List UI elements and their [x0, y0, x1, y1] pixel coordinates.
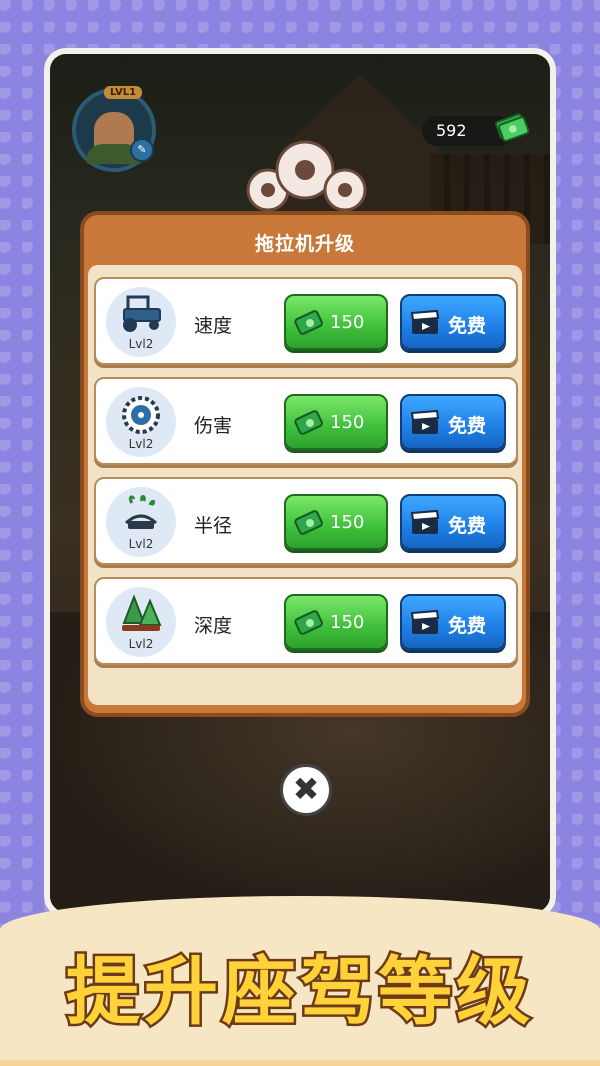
banner-title: 提升座驾等级	[64, 947, 534, 1038]
video-clapper-icon	[410, 510, 440, 534]
video-clapper-icon	[410, 310, 440, 334]
upgrade-row-speed: Lvl2 速度 150 免费	[94, 277, 518, 365]
upgrade-label: 速度	[194, 315, 233, 337]
free-label: 免费	[448, 615, 487, 637]
trees-icon	[122, 594, 162, 631]
free-upgrade-button[interactable]: 免费	[400, 394, 506, 450]
upgrade-icon-badge: Lvl2	[106, 587, 176, 657]
cash-icon	[294, 610, 323, 635]
video-clapper-icon	[410, 410, 440, 434]
upgrade-level: Lvl2	[128, 537, 154, 551]
close-button[interactable]: ✖	[280, 764, 332, 816]
upgrade-cost: 150	[330, 512, 365, 533]
free-upgrade-button[interactable]: 免费	[400, 594, 506, 650]
buy-with-cash-button[interactable]: 150	[284, 394, 388, 450]
buy-with-cash-button[interactable]: 150	[284, 594, 388, 650]
money-counter: 592	[422, 113, 530, 146]
upgrade-level: Lvl2	[128, 437, 154, 451]
saw-blade-icon	[122, 396, 160, 434]
free-label: 免费	[448, 515, 487, 537]
upgrade-level: Lvl2	[128, 637, 154, 651]
video-clapper-icon	[410, 610, 440, 634]
upgrade-icon-badge: Lvl2	[106, 287, 176, 357]
upgrade-label: 半径	[194, 515, 233, 537]
upgrade-panel: 拖拉机升级 Lvl2 速度 150 免费 Lvl2 伤害 150 免费 Lvl2…	[80, 211, 530, 717]
upgrade-cost: 150	[330, 612, 365, 633]
buy-with-cash-button[interactable]: 150	[284, 494, 388, 550]
upgrade-icon-badge: Lvl2	[106, 487, 176, 557]
upgrade-list: Lvl2 速度 150 免费 Lvl2 伤害 150 免费 Lvl2 半径 15…	[88, 265, 522, 705]
free-upgrade-button[interactable]: 免费	[400, 294, 506, 350]
upgrade-label: 深度	[194, 615, 233, 637]
buy-with-cash-button[interactable]: 150	[284, 294, 388, 350]
player-level-badge: LVL1	[104, 86, 143, 99]
cash-icon	[294, 410, 323, 435]
cash-icon	[294, 310, 323, 335]
game-screen: LVL1 ✎ 592 拖拉机升级 Lvl2 速度 150 免费 Lvl2 伤害 …	[44, 48, 556, 918]
upgrade-row-damage: Lvl2 伤害 150 免费	[94, 377, 518, 465]
upgrade-cost: 150	[330, 312, 365, 333]
free-label: 免费	[448, 415, 487, 437]
upgrade-level: Lvl2	[128, 337, 154, 351]
free-upgrade-button[interactable]: 免费	[400, 494, 506, 550]
panel-title: 拖拉机升级	[254, 233, 355, 255]
upgrade-icon-badge: Lvl2	[106, 387, 176, 457]
promo-banner: 提升座驾等级	[0, 896, 600, 1066]
upgrade-cost: 150	[330, 412, 365, 433]
gears-icon	[246, 140, 367, 212]
cash-stack-icon	[495, 113, 530, 142]
cash-icon	[294, 510, 323, 535]
edit-icon[interactable]: ✎	[130, 138, 154, 162]
free-label: 免费	[448, 315, 487, 337]
upgrade-row-radius: Lvl2 半径 150 免费	[94, 477, 518, 565]
upgrade-label: 伤害	[194, 415, 233, 437]
tractor-icon	[123, 295, 161, 332]
close-icon: ✖	[292, 770, 320, 808]
money-value: 592	[436, 121, 467, 140]
grass-cutter-icon	[124, 495, 158, 529]
upgrade-row-depth: Lvl2 深度 150 免费	[94, 577, 518, 665]
player-avatar[interactable]: LVL1 ✎	[72, 86, 156, 172]
